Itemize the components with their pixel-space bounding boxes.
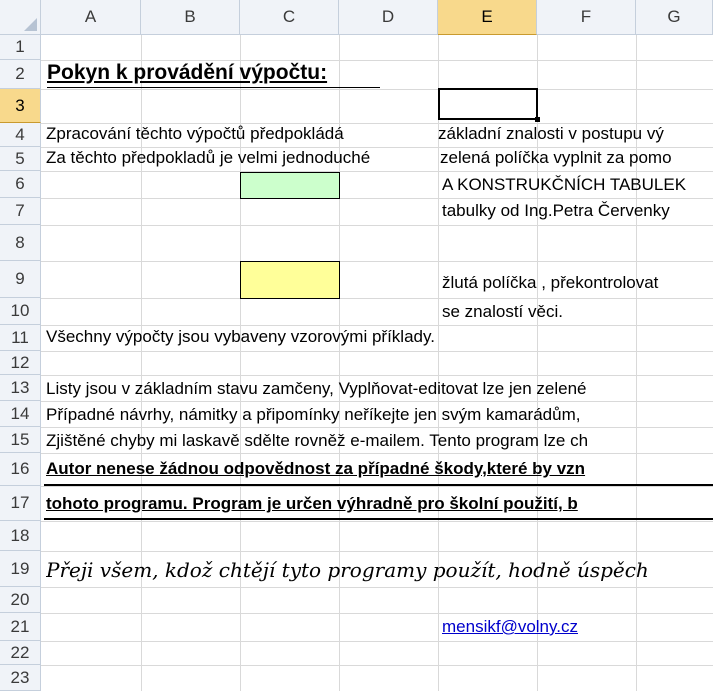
green-input-cell-sample[interactable] (240, 172, 340, 199)
row-header-14[interactable]: 14 (0, 401, 41, 427)
cell-a15-text: Zjištěné chyby mi laskavě sdělte rovněž … (46, 431, 589, 450)
row-header-22[interactable]: 22 (0, 641, 41, 665)
row-header-19[interactable]: 19 (0, 551, 41, 587)
row-header-12[interactable]: 12 (0, 351, 41, 375)
row-header-5[interactable]: 5 (0, 147, 41, 171)
row-gridline (41, 453, 713, 454)
row-gridline (41, 401, 713, 402)
cell-e5-text: zelená políčka vyplnit za pomo (440, 148, 672, 167)
cell-e6-text: A KONSTRUKČNÍCH TABULEK (442, 175, 687, 194)
row-header-1[interactable]: 1 (0, 35, 41, 60)
title-underline (47, 87, 380, 88)
disclaimer-line-2-rule (44, 518, 713, 520)
select-all-corner[interactable] (0, 0, 41, 35)
cell-a5-text: Za těchto předpokladů je velmi jednoduch… (46, 148, 371, 167)
column-header-b[interactable]: B (141, 0, 240, 35)
cell-a11-text: Všechny výpočty jsou vybaveny vzorovými … (46, 327, 435, 346)
cell-e4-text: základní znalosti v postupu vý (438, 124, 664, 143)
row-header-13[interactable]: 13 (0, 375, 41, 401)
disclaimer-line-2: tohoto programu. Program je určen výhrad… (46, 494, 578, 513)
row-gridline (41, 486, 713, 487)
column-header-d[interactable]: D (339, 0, 438, 35)
row-gridline (41, 613, 713, 614)
row-gridline (41, 198, 713, 199)
row-gridline (41, 298, 713, 299)
disclaimer-line-1-rule (44, 484, 713, 486)
active-cell-e3[interactable] (438, 88, 538, 120)
row-gridline (41, 225, 713, 226)
column-header-c[interactable]: C (240, 0, 339, 35)
greeting-text: Přeji všem, kdož chtějí tyto programy po… (46, 558, 649, 582)
spreadsheet-grid[interactable]: ABCDEFG 1 2 3 4 5 6 7 8 9 10 11 12 13 14 15 16 17 18 19 20 2… (0, 0, 713, 691)
row-header-18[interactable]: 18 (0, 521, 41, 551)
sheet-title: Pokyn k provádění výpočtu: (47, 61, 328, 84)
row-gridline (41, 521, 713, 522)
row-header-4[interactable]: 4 (0, 123, 41, 147)
row-header-23[interactable]: 23 (0, 665, 41, 691)
row-gridline (41, 427, 713, 428)
row-gridline (41, 261, 713, 262)
cell-e7-text: tabulky od Ing.Petra Červenky (442, 201, 670, 220)
row-header-7[interactable]: 7 (0, 198, 41, 225)
row-header-16[interactable]: 16 (0, 453, 41, 486)
row-header-9[interactable]: 9 (0, 261, 41, 298)
author-email-link[interactable]: mensikf@volny.cz (442, 617, 578, 637)
column-header-a[interactable]: A (41, 0, 141, 35)
row-header-11[interactable]: 11 (0, 325, 41, 351)
row-header-17[interactable]: 17 (0, 486, 41, 521)
row-gridline (41, 665, 713, 666)
cell-a13-text: Listy jsou v základním stavu zamčeny, Vy… (46, 379, 587, 398)
row-gridline (41, 171, 713, 172)
yellow-check-cell-sample[interactable] (240, 261, 340, 299)
column-header-e[interactable]: E (438, 0, 537, 35)
cell-a14-text: Případné návrhy, námitky a připomínky ne… (46, 405, 581, 424)
row-header-20[interactable]: 20 (0, 587, 41, 613)
select-all-triangle-icon (24, 18, 37, 31)
row-header-21[interactable]: 21 (0, 613, 41, 641)
row-gridline (41, 587, 713, 588)
cell-a4-text: Zpracování těchto výpočtů předpokládá (46, 124, 344, 143)
row-header-3[interactable]: 3 (0, 89, 41, 123)
disclaimer-line-1: Autor nenese žádnou odpovědnost za přípa… (46, 459, 586, 478)
column-header-g[interactable]: G (636, 0, 713, 35)
row-header-8[interactable]: 8 (0, 225, 41, 261)
row-gridline (41, 325, 713, 326)
row-header-2[interactable]: 2 (0, 60, 41, 89)
row-gridline (41, 351, 713, 352)
cell-e10-text: se znalostí věci. (442, 302, 563, 321)
fill-handle[interactable] (535, 117, 540, 122)
column-header-f[interactable]: F (537, 0, 636, 35)
row-header-10[interactable]: 10 (0, 298, 41, 325)
cell-e9-text: žlutá políčka , překontrolovat (442, 273, 659, 292)
row-gridline (41, 551, 713, 552)
row-gridline (41, 89, 713, 90)
row-header-6[interactable]: 6 (0, 171, 41, 198)
row-gridline (41, 641, 713, 642)
row-gridline (41, 375, 713, 376)
row-header-15[interactable]: 15 (0, 427, 41, 453)
